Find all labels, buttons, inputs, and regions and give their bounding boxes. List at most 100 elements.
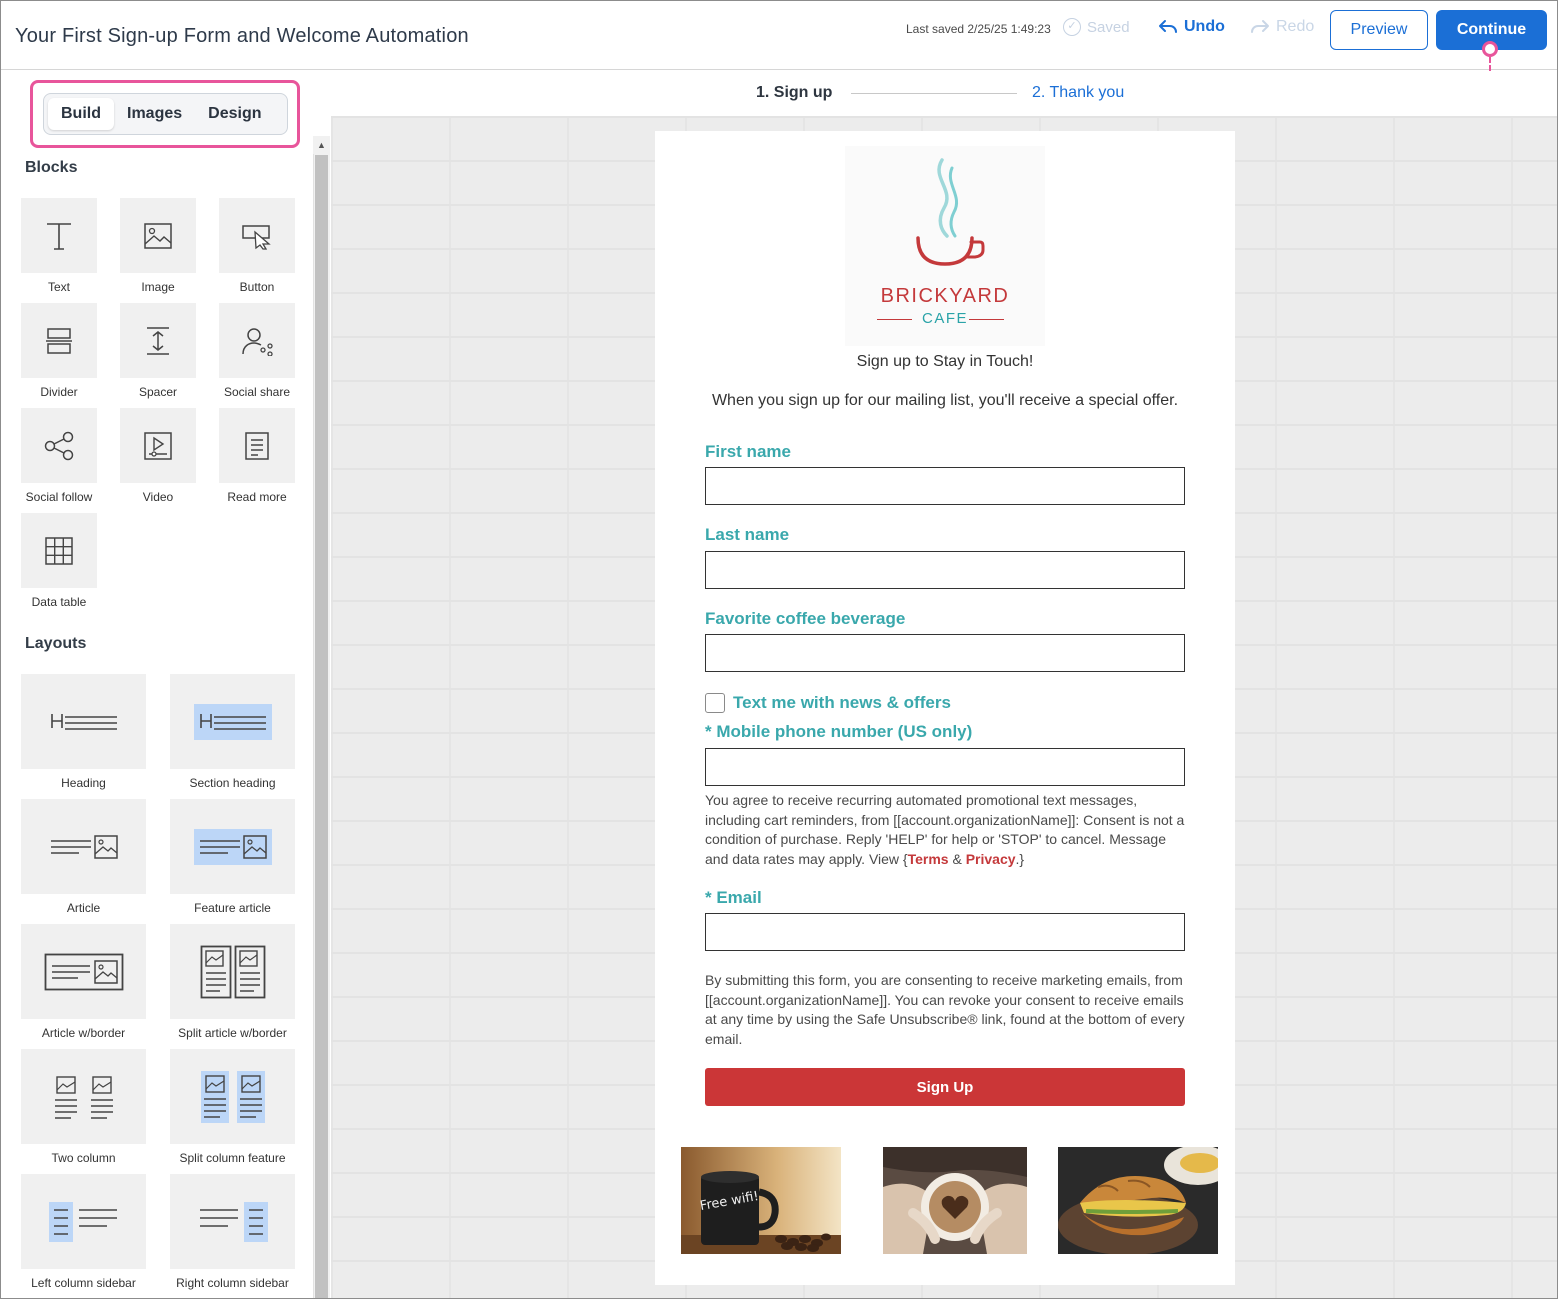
saved-label: Saved bbox=[1087, 18, 1130, 36]
article-layout-icon bbox=[50, 834, 118, 859]
read-more-icon bbox=[245, 431, 269, 460]
block-label: Divider bbox=[40, 385, 78, 399]
block-social-follow[interactable]: Social follow bbox=[21, 408, 97, 504]
form-intro[interactable]: When you sign up for our mailing list, y… bbox=[655, 392, 1235, 410]
undo-button[interactable]: Undo bbox=[1158, 18, 1225, 36]
photo-latte-hands[interactable] bbox=[883, 1147, 1027, 1254]
coffee-mug-photo: Free wifi! bbox=[681, 1147, 841, 1254]
layout-label: Article bbox=[66, 901, 101, 915]
redo-button[interactable]: Redo bbox=[1250, 18, 1314, 36]
brand-name: BRICKYARD bbox=[880, 285, 1010, 307]
layout-right-column-sidebar[interactable]: Right column sidebar bbox=[170, 1174, 295, 1290]
check-circle-icon: ✓ bbox=[1063, 18, 1081, 36]
callout-marker bbox=[1482, 41, 1498, 57]
undo-label: Undo bbox=[1184, 18, 1225, 35]
data-table-icon bbox=[45, 536, 73, 565]
sms-opt-in-label: Text me with news & offers bbox=[733, 693, 951, 712]
ampersand: & bbox=[948, 850, 966, 867]
layout-article-border[interactable]: Article w/border bbox=[21, 924, 146, 1040]
tab-build[interactable]: Build bbox=[48, 98, 114, 130]
split-column-feature-layout-icon bbox=[200, 1070, 265, 1123]
layout-two-column[interactable]: Two column bbox=[21, 1049, 146, 1165]
brand-logo[interactable]: BRICKYARD CAFE bbox=[845, 146, 1045, 346]
scroll-up-arrow-icon[interactable]: ▲ bbox=[313, 136, 330, 154]
right-column-sidebar-layout-icon bbox=[199, 1201, 268, 1242]
layout-section-heading[interactable]: Section heading bbox=[170, 674, 295, 790]
latte-photo bbox=[883, 1147, 1027, 1254]
block-label: Social follow bbox=[25, 490, 93, 504]
form-title[interactable]: Sign up to Stay in Touch! bbox=[655, 353, 1235, 371]
block-button[interactable]: Button bbox=[219, 198, 295, 294]
sms-consent-text: You agree to receive recurring automated… bbox=[705, 791, 1189, 869]
spacer-icon bbox=[147, 326, 169, 355]
app-window: Your First Sign-up Form and Welcome Auto… bbox=[0, 0, 1558, 1299]
block-social-share[interactable]: Social share bbox=[219, 303, 295, 399]
video-icon bbox=[144, 431, 172, 460]
photo-free-wifi-mug[interactable]: Free wifi! bbox=[681, 1147, 841, 1254]
sms-opt-in-checkbox[interactable] bbox=[705, 693, 725, 713]
block-label: Text bbox=[47, 280, 70, 294]
layout-label: Feature article bbox=[194, 901, 271, 915]
heading-layout-icon bbox=[50, 713, 117, 730]
text-icon bbox=[47, 222, 71, 250]
sms-opt-in[interactable]: Text me with news & offers bbox=[705, 693, 951, 713]
layout-label: Article w/border bbox=[41, 1026, 126, 1040]
sidebar-tabs: Build Images Design bbox=[43, 93, 288, 135]
layout-left-column-sidebar[interactable]: Left column sidebar bbox=[21, 1174, 146, 1290]
croissant-sandwich-photo bbox=[1058, 1147, 1218, 1254]
privacy-link[interactable]: Privacy bbox=[966, 851, 1016, 867]
layout-split-article-border[interactable]: Split article w/border bbox=[170, 924, 295, 1040]
layout-feature-article[interactable]: Feature article bbox=[170, 799, 295, 915]
preview-button[interactable]: Preview bbox=[1330, 10, 1428, 50]
block-image[interactable]: Image bbox=[120, 198, 196, 294]
block-data-table[interactable]: Data table bbox=[21, 513, 97, 609]
email-consent-text: By submitting this form, you are consent… bbox=[705, 972, 1185, 1047]
block-divider[interactable]: Divider bbox=[21, 303, 97, 399]
layout-heading[interactable]: Heading bbox=[21, 674, 146, 790]
layout-label: Split article w/border bbox=[178, 1026, 287, 1040]
step-sign-up[interactable]: 1. Sign up bbox=[756, 84, 832, 102]
blocks-heading: Blocks bbox=[25, 159, 78, 176]
section-heading-layout-icon bbox=[193, 703, 272, 740]
block-label: Social share bbox=[223, 385, 291, 399]
layout-label: Section heading bbox=[189, 776, 276, 790]
terms-link[interactable]: Terms bbox=[908, 851, 949, 867]
email-field[interactable] bbox=[705, 913, 1185, 951]
first-name-field[interactable] bbox=[705, 467, 1185, 505]
tab-images[interactable]: Images bbox=[114, 98, 195, 130]
coffee-beverage-field[interactable] bbox=[705, 634, 1185, 672]
coffee-cup-logo-icon bbox=[916, 158, 985, 266]
block-spacer[interactable]: Spacer bbox=[120, 303, 196, 399]
block-read-more[interactable]: Read more bbox=[219, 408, 295, 504]
mobile-phone-field[interactable] bbox=[705, 748, 1185, 786]
block-label: Data table bbox=[31, 595, 87, 609]
brand-divider-right bbox=[969, 319, 1004, 320]
brand-subtitle: CAFE bbox=[921, 310, 968, 327]
sign-up-button[interactable]: Sign Up bbox=[705, 1068, 1185, 1106]
layout-label: Left column sidebar bbox=[31, 1276, 136, 1290]
photo-breakfast-croissant[interactable] bbox=[1058, 1147, 1218, 1254]
social-follow-icon bbox=[44, 431, 74, 460]
layout-split-column-feature[interactable]: Split column feature bbox=[170, 1049, 295, 1165]
email-label: * Email bbox=[705, 888, 762, 907]
signup-form-card[interactable]: BRICKYARD CAFE Sign up to Stay in Touch!… bbox=[655, 131, 1235, 1285]
feature-article-layout-icon bbox=[193, 828, 272, 865]
last-name-field[interactable] bbox=[705, 551, 1185, 589]
block-video[interactable]: Video bbox=[120, 408, 196, 504]
step-thank-you[interactable]: 2. Thank you bbox=[1032, 84, 1124, 102]
layout-label: Right column sidebar bbox=[176, 1276, 289, 1290]
sidebar: Build Images Design Blocks Text Image Bu… bbox=[1, 71, 313, 1298]
sidebar-scrollbar-thumb[interactable] bbox=[315, 155, 328, 1298]
layout-article[interactable]: Article bbox=[21, 799, 146, 915]
top-bar: Your First Sign-up Form and Welcome Auto… bbox=[1, 1, 1557, 70]
first-name-label: First name bbox=[705, 442, 791, 461]
social-share-icon bbox=[242, 327, 273, 356]
layout-label: Split column feature bbox=[179, 1151, 286, 1165]
coffee-beverage-label: Favorite coffee beverage bbox=[705, 609, 906, 628]
tab-design[interactable]: Design bbox=[195, 98, 274, 130]
block-label: Read more bbox=[227, 490, 287, 504]
layouts-heading: Layouts bbox=[25, 635, 87, 652]
sms-consent-end: .} bbox=[1015, 850, 1025, 867]
last-saved-timestamp: Last saved 2/25/25 1:49:23 bbox=[906, 22, 1051, 36]
block-text[interactable]: Text bbox=[21, 198, 97, 294]
